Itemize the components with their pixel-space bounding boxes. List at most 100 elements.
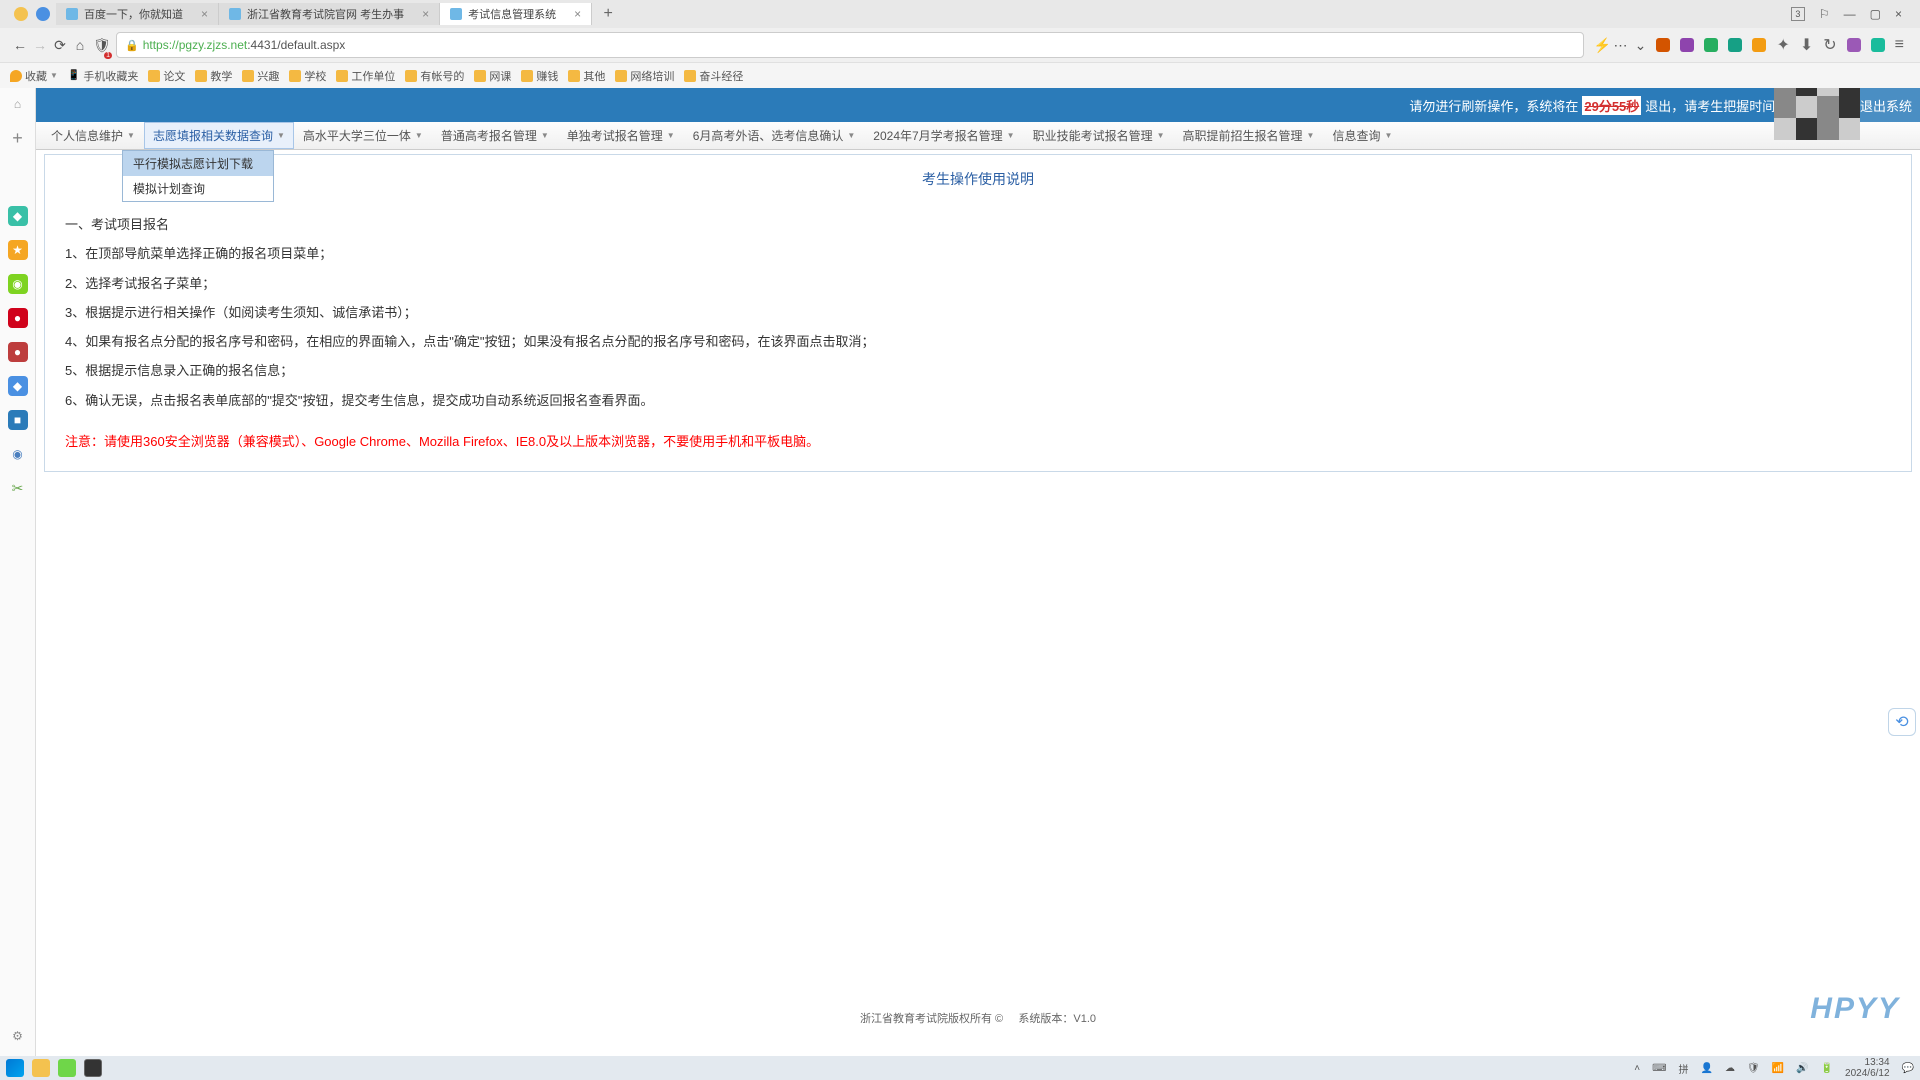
- tray-lang-icon[interactable]: 拼: [1679, 1061, 1689, 1076]
- close-icon[interactable]: ×: [422, 7, 429, 21]
- tab-baidu[interactable]: 百度一下，你就知道 ×: [56, 3, 219, 25]
- menu-label: 志愿填报相关数据查询: [153, 127, 273, 144]
- instruction-line: 1、在顶部导航菜单选择正确的报名项目菜单；: [65, 240, 1891, 267]
- chevron-down-icon: ▼: [1307, 131, 1315, 140]
- maximize-icon[interactable]: ▢: [1870, 7, 1881, 21]
- menu-general-exam[interactable]: 普通高考报名管理▼: [432, 122, 558, 149]
- url-input[interactable]: 🔒 https://pgzy.zjzs.net:4431/default.asp…: [116, 32, 1584, 58]
- menu-high-level[interactable]: 高水平大学三位一体▼: [294, 122, 432, 149]
- start-button-icon[interactable]: [6, 1059, 24, 1077]
- menu-vocational-skill[interactable]: 职业技能考试报名管理▼: [1024, 122, 1174, 149]
- tab-exam-system[interactable]: 考试信息管理系统 ×: [440, 3, 592, 25]
- menu-icon[interactable]: ≡: [1895, 36, 1904, 54]
- chevron-down-icon[interactable]: ⌄: [1630, 34, 1650, 57]
- home-icon[interactable]: ⌂: [70, 34, 90, 56]
- chevron-down-icon: ▼: [415, 131, 423, 140]
- taskbar-clock[interactable]: 13:34 2024/6/12: [1845, 1057, 1890, 1079]
- bookmark-training[interactable]: 网络培训: [615, 68, 674, 84]
- sidebar-app-1-icon[interactable]: ◆: [8, 206, 28, 226]
- sidebar-home-icon[interactable]: ⌂: [8, 94, 28, 114]
- ext-icon-1[interactable]: [1656, 38, 1670, 52]
- ext-icon-6[interactable]: [1847, 38, 1861, 52]
- ext-icon-5[interactable]: [1752, 38, 1766, 52]
- minimize-icon[interactable]: —: [1844, 7, 1856, 21]
- sidebar-app-5-icon[interactable]: ●: [8, 342, 28, 362]
- window-close-icon[interactable]: ×: [1895, 7, 1902, 21]
- bookmark-interest[interactable]: 兴趣: [242, 68, 279, 84]
- close-icon[interactable]: ×: [201, 7, 208, 21]
- menu-info-query[interactable]: 信息查询▼: [1323, 122, 1401, 149]
- terminal-icon[interactable]: [84, 1059, 102, 1077]
- menu-july-exam[interactable]: 2024年7月学考报名管理▼: [864, 122, 1023, 149]
- tray-people-icon[interactable]: 👤: [1701, 1063, 1713, 1074]
- folder-icon: [289, 70, 301, 82]
- bookmark-favorite[interactable]: 收藏▼: [10, 68, 58, 84]
- sidebar-app-7-icon[interactable]: ■: [8, 410, 28, 430]
- menu-personal-info[interactable]: 个人信息维护▼: [42, 122, 144, 149]
- sidebar-app-6-icon[interactable]: ◆: [8, 376, 28, 396]
- menu-volunteer-data[interactable]: 志愿填报相关数据查询▼: [144, 122, 294, 149]
- tray-sound-icon[interactable]: 🔊: [1796, 1063, 1808, 1074]
- menu-label: 单独考试报名管理: [567, 127, 663, 144]
- back-icon[interactable]: ←: [10, 34, 30, 56]
- tab-zhejiang[interactable]: 浙江省教育考试院官网 考生办事 ×: [219, 3, 440, 25]
- browser-logo-icon: [14, 7, 28, 21]
- menu-label: 高职提前招生报名管理: [1183, 127, 1303, 144]
- bookmark-online-class[interactable]: 网课: [474, 68, 511, 84]
- sidebar-app-3-icon[interactable]: ◉: [8, 274, 28, 294]
- bookmark-other[interactable]: 其他: [568, 68, 605, 84]
- shield-icon[interactable]: 🛡1: [90, 34, 110, 57]
- browser-taskbar-icon[interactable]: [58, 1059, 76, 1077]
- bookmark-teaching[interactable]: 教学: [195, 68, 232, 84]
- explorer-icon[interactable]: [32, 1059, 50, 1077]
- reload-icon[interactable]: ⟳: [50, 34, 70, 57]
- sidebar-scissor-icon[interactable]: ✂: [8, 478, 28, 498]
- exit-system-button[interactable]: 退出系统: [1851, 88, 1920, 123]
- sidebar-app-8-icon[interactable]: ◉: [8, 444, 28, 464]
- sidebar-gear-icon[interactable]: ⚙: [8, 1026, 28, 1046]
- pin-icon[interactable]: ⚐: [1819, 7, 1830, 21]
- bookmark-school[interactable]: 学校: [289, 68, 326, 84]
- secondary-icon: [36, 7, 50, 21]
- ext-icon-4[interactable]: [1728, 38, 1742, 52]
- tray-onedrive-icon[interactable]: ☁: [1725, 1063, 1735, 1074]
- tray-keyboard-icon[interactable]: ⌨: [1652, 1063, 1666, 1074]
- notice-text: 注意：请使用360安全浏览器（兼容模式）、Google Chrome、Mozil…: [65, 428, 1891, 455]
- bookmark-account[interactable]: 有帐号的: [405, 68, 464, 84]
- ext-icon-7[interactable]: [1871, 38, 1885, 52]
- sidebar-plus-icon[interactable]: +: [8, 128, 28, 148]
- bookmark-work[interactable]: 工作单位: [336, 68, 395, 84]
- phone-icon: 📱: [68, 70, 80, 81]
- bookmark-mobile[interactable]: 📱手机收藏夹: [68, 68, 138, 84]
- tray-security-icon[interactable]: 🛡: [1747, 1063, 1760, 1074]
- bookmark-label: 学校: [304, 68, 326, 84]
- bookmark-label: 赚钱: [536, 68, 558, 84]
- tray-chevron-icon[interactable]: ˄: [1634, 1063, 1640, 1074]
- bookmark-earn[interactable]: 赚钱: [521, 68, 558, 84]
- float-refresh-button[interactable]: ⟲: [1888, 708, 1916, 736]
- sidebar-app-4-icon[interactable]: ●: [8, 308, 28, 328]
- flash-icon[interactable]: ⚡: [1590, 34, 1610, 57]
- puzzle-icon[interactable]: ✦: [1776, 35, 1789, 55]
- chevron-down-icon: ▼: [127, 131, 135, 140]
- tray-battery-icon[interactable]: 🔋: [1821, 1063, 1833, 1074]
- tab-add-button[interactable]: +: [598, 4, 618, 24]
- more-icon[interactable]: ⋯: [1610, 34, 1630, 57]
- menu-higher-vocational[interactable]: 高职提前招生报名管理 ▼: [1174, 122, 1324, 149]
- forward-icon[interactable]: →: [30, 34, 50, 56]
- sidebar-app-2-icon[interactable]: ★: [8, 240, 28, 260]
- download-icon[interactable]: ⬇: [1800, 35, 1813, 55]
- copyright-text: 浙江省教育考试院版权所有 ©: [860, 1013, 1003, 1025]
- ext-icon-3[interactable]: [1704, 38, 1718, 52]
- menu-june-language[interactable]: 6月高考外语、选考信息确认▼: [684, 122, 865, 149]
- bookmark-thesis[interactable]: 论文: [148, 68, 185, 84]
- dropdown-item-download[interactable]: 平行模拟志愿计划下载: [123, 151, 273, 176]
- ext-icon-2[interactable]: [1680, 38, 1694, 52]
- bookmark-struggle[interactable]: 奋斗经径: [684, 68, 743, 84]
- menu-single-exam[interactable]: 单独考试报名管理▼: [558, 122, 684, 149]
- close-icon[interactable]: ×: [574, 7, 581, 21]
- history-icon[interactable]: ↻: [1823, 35, 1836, 55]
- tray-wifi-icon[interactable]: 📶: [1772, 1063, 1784, 1074]
- dropdown-item-query[interactable]: 模拟计划查询: [123, 176, 273, 201]
- tray-notification-icon[interactable]: 💬: [1902, 1063, 1914, 1074]
